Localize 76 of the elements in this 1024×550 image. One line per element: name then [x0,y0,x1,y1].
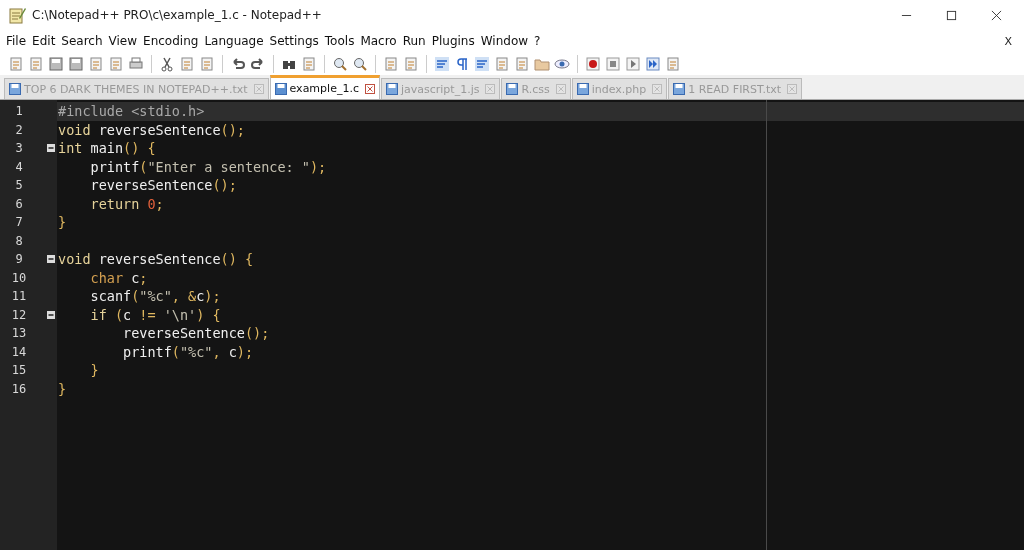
undo-icon[interactable] [230,55,246,72]
code-line: void reverseSentence() { [58,251,254,268]
close-icon[interactable] [364,83,375,94]
save-icon [274,82,287,95]
redo-icon[interactable] [250,55,266,72]
menu-item[interactable]: Encoding [143,34,199,48]
code-line: return 0; [89,195,164,212]
record-icon[interactable] [585,55,601,72]
save-all-icon[interactable] [68,55,84,72]
menu-item[interactable]: Window [480,34,529,48]
line-number: 8 [14,233,24,248]
line-number: 10 [10,270,28,285]
zoom-out-icon[interactable] [352,55,368,72]
code-line: printf("%c", c); [122,343,254,360]
fold-marker-icon[interactable] [47,255,55,264]
code-line: reverseSentence(); [89,177,237,194]
line-number: 1 [14,104,24,119]
fast-forward-icon[interactable] [645,55,661,72]
menu-item[interactable]: Edit [32,34,56,48]
save-icon[interactable] [48,55,64,72]
code-line: char c; [89,269,148,286]
save-icon [506,83,519,95]
close-icon[interactable] [991,9,1002,21]
menu-item[interactable]: View [108,34,138,48]
menu-item[interactable]: ? [534,34,541,48]
stop-icon[interactable] [605,55,621,72]
code-line: reverseSentence(); [122,325,270,342]
line-number: 14 [10,344,28,359]
line-number: 16 [10,381,28,396]
fold-marker-icon[interactable] [47,144,55,153]
save-icon [576,83,589,95]
line-number: 6 [14,196,24,211]
close-document-button[interactable]: X [1004,34,1012,48]
line-number: 11 [10,289,28,304]
new-file-icon[interactable] [8,55,24,72]
code-line: } [58,380,67,397]
line-number: 12 [10,307,28,322]
line-number: 15 [10,363,28,378]
line-number: 3 [14,141,24,156]
code-line: printf("Enter a sentence: "); [89,158,327,175]
line-number: 13 [10,326,28,341]
code-line: void reverseSentence(); [58,121,245,138]
save-icon [673,83,686,95]
menu-item[interactable]: Language [204,34,264,48]
menu-item[interactable]: Tools [324,34,355,48]
zoom-in-icon[interactable] [332,55,348,72]
file-tab[interactable]: example_1.c [269,75,380,99]
line-number: 4 [14,159,24,174]
line-number: 9 [14,252,24,267]
menu-item[interactable]: Search [61,34,103,48]
pilcrow-icon[interactable] [454,55,470,72]
code-line: } [89,362,99,379]
code-line: #include <stdio.h> [58,103,205,120]
print-icon[interactable] [128,55,144,72]
line-number: 2 [14,122,24,137]
code-line: if (c != '\n') { [89,306,221,323]
code-line: int main() { [58,140,156,157]
menu-item[interactable]: Macro [360,34,397,48]
menu-item[interactable]: File [6,34,27,48]
menu-item[interactable]: Plugins [431,34,475,48]
word-wrap-icon[interactable] [434,55,450,72]
play-icon[interactable] [625,55,641,72]
save-icon [9,83,21,95]
maximize-icon[interactable] [946,9,957,21]
line-number: 7 [14,215,24,230]
menu-item[interactable]: Settings [269,34,319,48]
window-title: C:\Notepad++ PRO\c\example_1.c - Notepad++ [32,8,322,22]
fold-marker-icon[interactable] [47,310,55,319]
save-icon [385,83,398,95]
indent-guide-icon[interactable] [474,55,490,72]
cut-icon[interactable] [159,55,175,72]
line-number: 5 [14,178,24,193]
code-line: scanf("%c", &c); [89,288,221,305]
code-line: } [58,214,67,231]
notepad-icon [8,6,26,24]
menu-item[interactable]: Run [402,34,426,48]
